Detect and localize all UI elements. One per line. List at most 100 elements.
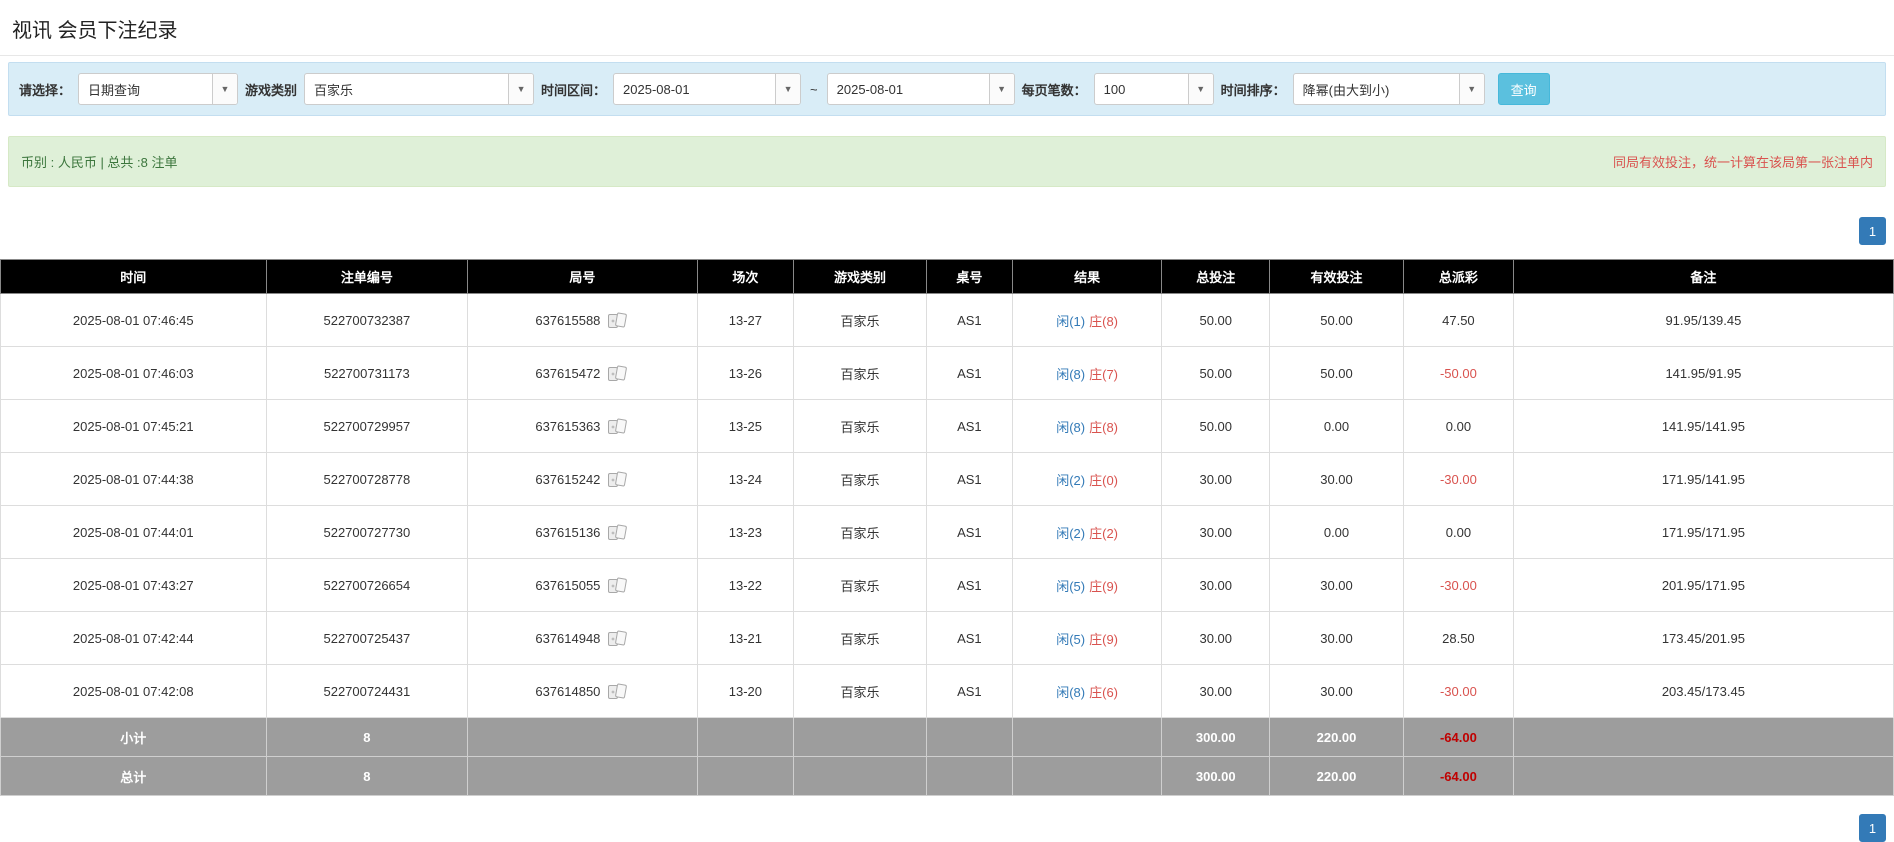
chevron-down-icon[interactable]: ▼ xyxy=(1188,74,1213,104)
valid-bet-notice: 同局有效投注，统一计算在该局第一张注单内 xyxy=(1613,152,1873,171)
bet-time-cell: 2025-08-01 07:42:08 xyxy=(1,665,267,718)
chevron-down-icon[interactable]: ▼ xyxy=(508,74,533,104)
note-cell: 91.95/139.45 xyxy=(1513,294,1893,347)
page-button-1[interactable]: 1 xyxy=(1859,814,1886,842)
round-cell: 637615242 xyxy=(468,453,697,506)
valid-bet-cell: 30.00 xyxy=(1270,612,1404,665)
view-cards-icon[interactable] xyxy=(607,683,629,700)
time-range-label: 时间区间： xyxy=(541,80,606,99)
subtotal-payout: -64.00 xyxy=(1404,718,1514,757)
table-row: 2025-08-01 07:46:03 522700731173 6376154… xyxy=(1,347,1894,400)
result-cell: 闲(8) 庄(6) xyxy=(1012,665,1162,718)
bet-time-cell: 2025-08-01 07:46:45 xyxy=(1,294,267,347)
bet-id-cell: 522700725437 xyxy=(266,612,468,665)
game-type-cell: 百家乐 xyxy=(794,506,927,559)
page-size-label: 每页笔数： xyxy=(1022,80,1087,99)
round-cell: 637615136 xyxy=(468,506,697,559)
page-title: 视讯 会员下注纪录 xyxy=(0,0,1894,56)
chevron-down-icon[interactable]: ▼ xyxy=(989,74,1014,104)
total-bet-link[interactable]: 30.00 xyxy=(1162,453,1270,506)
search-button[interactable]: 查询 xyxy=(1498,73,1550,105)
player-result: 闲(8) xyxy=(1056,685,1085,700)
game-type-cell: 百家乐 xyxy=(794,665,927,718)
view-cards-icon[interactable] xyxy=(607,365,629,382)
view-cards-icon[interactable] xyxy=(607,577,629,594)
date-from-select[interactable]: 2025-08-01 ▼ xyxy=(613,73,801,105)
payout-cell: -30.00 xyxy=(1404,665,1514,718)
view-cards-icon[interactable] xyxy=(607,471,629,488)
bet-time-cell: 2025-08-01 07:44:01 xyxy=(1,506,267,559)
payout-cell: 0.00 xyxy=(1404,506,1514,559)
subtotal-label: 小计 xyxy=(1,718,267,757)
result-cell: 闲(5)庄(9) xyxy=(1012,612,1162,665)
game-type-cell: 百家乐 xyxy=(794,400,927,453)
sort-value: 降幂(由大到小) xyxy=(1294,74,1459,104)
session-cell: 13-24 xyxy=(697,453,794,506)
chevron-down-icon[interactable]: ▼ xyxy=(775,74,800,104)
banker-result: 庄(6) xyxy=(1089,685,1118,700)
bet-records-table: 时间 注单编号 局号 场次 游戏类别 桌号 结果 总投注 有效投注 总派彩 备注… xyxy=(0,259,1894,796)
bet-id-cell: 522700724431 xyxy=(266,665,468,718)
date-from-value: 2025-08-01 xyxy=(614,74,775,104)
view-cards-icon[interactable] xyxy=(607,418,629,435)
session-cell: 13-27 xyxy=(697,294,794,347)
session-cell: 13-20 xyxy=(697,665,794,718)
session-cell: 13-25 xyxy=(697,400,794,453)
game-type-cell: 百家乐 xyxy=(794,294,927,347)
table-no-cell: AS1 xyxy=(927,506,1013,559)
round-id: 637614948 xyxy=(535,631,600,646)
summary-bar: 币别 : 人民币 | 总共 :8 注单 同局有效投注，统一计算在该局第一张注单内 xyxy=(8,136,1886,187)
view-cards-icon[interactable] xyxy=(607,524,629,541)
game-type-label: 游戏类别 xyxy=(245,80,297,99)
player-result: 闲(8) xyxy=(1056,420,1085,435)
chevron-down-icon[interactable]: ▼ xyxy=(1459,74,1484,104)
total-bet-link[interactable]: 30.00 xyxy=(1162,665,1270,718)
table-row: 2025-08-01 07:45:21 522700729957 6376153… xyxy=(1,400,1894,453)
column-header-round: 局号 xyxy=(468,260,697,294)
round-id: 637614850 xyxy=(535,684,600,699)
total-bet-link[interactable]: 30.00 xyxy=(1162,506,1270,559)
sort-select[interactable]: 降幂(由大到小) ▼ xyxy=(1293,73,1485,105)
payout-cell: -30.00 xyxy=(1404,559,1514,612)
column-header-table-no: 桌号 xyxy=(927,260,1013,294)
player-result: 闲(2) xyxy=(1056,473,1085,488)
session-cell: 13-22 xyxy=(697,559,794,612)
total-bet-link[interactable]: 50.00 xyxy=(1162,400,1270,453)
banker-result: 庄(8) xyxy=(1089,314,1118,329)
valid-bet-cell: 30.00 xyxy=(1270,665,1404,718)
page-size-select[interactable]: 100 ▼ xyxy=(1094,73,1214,105)
session-cell: 13-21 xyxy=(697,612,794,665)
total-bet-link[interactable]: 50.00 xyxy=(1162,347,1270,400)
page-button-1[interactable]: 1 xyxy=(1859,217,1886,245)
result-cell: 闲(8)庄(7) xyxy=(1012,347,1162,400)
table-header-row: 时间 注单编号 局号 场次 游戏类别 桌号 结果 总投注 有效投注 总派彩 备注 xyxy=(1,260,1894,294)
table-row: 2025-08-01 07:44:01 522700727730 6376151… xyxy=(1,506,1894,559)
valid-bet-cell: 0.00 xyxy=(1270,400,1404,453)
total-bet-link[interactable]: 30.00 xyxy=(1162,559,1270,612)
game-type-select[interactable]: 百家乐 ▼ xyxy=(304,73,534,105)
session-cell: 13-26 xyxy=(697,347,794,400)
query-type-select[interactable]: 日期查询 ▼ xyxy=(78,73,238,105)
player-result: 闲(1) xyxy=(1056,314,1085,329)
result-cell: 闲(2)庄(2) xyxy=(1012,506,1162,559)
total-bet-link[interactable]: 50.00 xyxy=(1162,294,1270,347)
select-label: 请选择： xyxy=(19,80,71,99)
date-to-select[interactable]: 2025-08-01 ▼ xyxy=(827,73,1015,105)
valid-bet-cell: 30.00 xyxy=(1270,559,1404,612)
note-cell: 201.95/171.95 xyxy=(1513,559,1893,612)
view-cards-icon[interactable] xyxy=(607,312,629,329)
table-row: 2025-08-01 07:46:45 522700732387 6376155… xyxy=(1,294,1894,347)
table-no-cell: AS1 xyxy=(927,347,1013,400)
payout-cell: 28.50 xyxy=(1404,612,1514,665)
player-result: 闲(5) xyxy=(1056,579,1085,594)
payout-cell: 47.50 xyxy=(1404,294,1514,347)
chevron-down-icon[interactable]: ▼ xyxy=(212,74,237,104)
total-bet-link[interactable]: 30.00 xyxy=(1162,612,1270,665)
round-id: 637615136 xyxy=(535,525,600,540)
footer-empty-cell xyxy=(927,757,1013,796)
view-cards-icon[interactable] xyxy=(607,630,629,647)
note-cell: 173.45/201.95 xyxy=(1513,612,1893,665)
round-cell: 637614850 xyxy=(468,665,697,718)
game-type-value: 百家乐 xyxy=(305,74,508,104)
game-type-cell: 百家乐 xyxy=(794,453,927,506)
